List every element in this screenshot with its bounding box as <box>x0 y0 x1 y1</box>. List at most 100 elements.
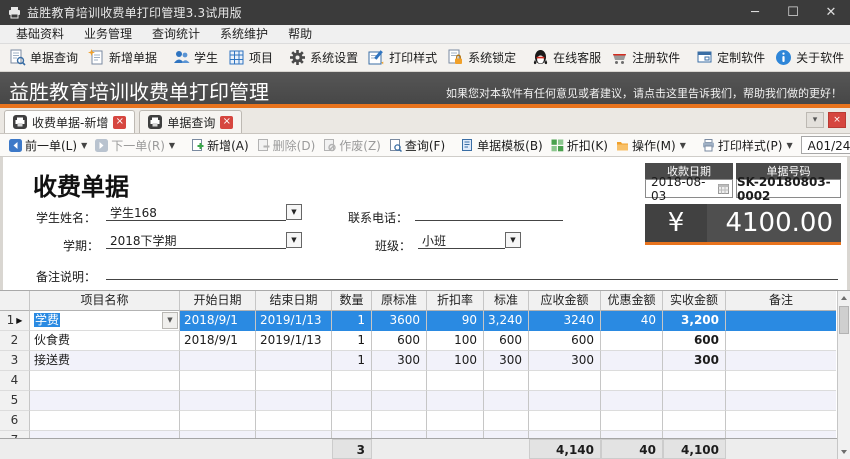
cell[interactable] <box>427 371 484 391</box>
maximize-button[interactable]: ☐ <box>774 0 812 25</box>
close-button[interactable]: ✕ <box>812 0 850 25</box>
cell-remark[interactable] <box>726 351 836 371</box>
student-name-combobox[interactable]: 学生168 <box>106 204 286 221</box>
row-number[interactable]: 5 <box>0 391 30 411</box>
menu-system-maintain[interactable]: 系统维护 <box>210 25 278 43</box>
menu-help[interactable]: 帮助 <box>278 25 322 43</box>
cell-received[interactable]: 600 <box>663 331 726 351</box>
cell[interactable] <box>484 411 529 431</box>
cell-start-date[interactable]: 2018/9/1 <box>180 331 256 351</box>
cell-received[interactable]: 3,200 <box>663 311 726 331</box>
menu-basic-data[interactable]: 基础资料 <box>6 25 74 43</box>
cell[interactable] <box>30 391 180 411</box>
cell-qty[interactable]: 1 <box>332 351 372 371</box>
custom-software-button[interactable]: 定制软件 <box>691 47 770 68</box>
cell[interactable] <box>601 411 663 431</box>
query-button[interactable]: 查询(F) <box>385 136 449 155</box>
cell[interactable] <box>256 411 332 431</box>
row-number[interactable]: 1 ▶ <box>0 311 30 331</box>
cell-end-date[interactable] <box>256 351 332 371</box>
cell[interactable] <box>332 371 372 391</box>
receipt-date-field[interactable]: 2018-08-03 <box>645 175 733 203</box>
discount-button[interactable]: 折扣(K) <box>547 136 612 155</box>
cell[interactable] <box>529 411 601 431</box>
cell-discount-rate[interactable]: 100 <box>427 331 484 351</box>
vertical-scrollbar[interactable] <box>837 291 850 459</box>
cell-item-name[interactable]: 伙食费 <box>30 331 180 351</box>
remark-input[interactable] <box>106 263 838 280</box>
projects-button[interactable]: 项目 <box>223 47 278 68</box>
print-style-select-button[interactable]: 打印样式(P) ▼ <box>698 136 797 155</box>
cell[interactable] <box>529 391 601 411</box>
cell-qty[interactable]: 1 <box>332 311 372 331</box>
cell-discount-rate[interactable]: 100 <box>427 351 484 371</box>
student-dropdown-icon[interactable]: ▼ <box>286 204 302 220</box>
tab-bill-query[interactable]: 单据查询 × <box>139 110 243 133</box>
cell[interactable] <box>30 371 180 391</box>
cell[interactable] <box>180 411 256 431</box>
semester-dropdown-icon[interactable]: ▼ <box>286 232 302 248</box>
tab-list-dropdown-icon[interactable]: ▾ <box>806 112 824 128</box>
cell[interactable] <box>484 371 529 391</box>
row-number[interactable]: 3 <box>0 351 30 371</box>
col-header-orig-std[interactable]: 原标准 <box>372 291 427 311</box>
next-bill-button[interactable]: 下一单(R) ▼ <box>91 136 179 155</box>
print-style-button[interactable]: 打印样式 <box>363 47 442 68</box>
cell[interactable] <box>601 371 663 391</box>
system-lock-button[interactable]: 系统锁定 <box>442 47 521 68</box>
cell[interactable] <box>372 371 427 391</box>
cell[interactable] <box>372 411 427 431</box>
row-number[interactable]: 4 <box>0 371 30 391</box>
col-header-received[interactable]: 实收金额 <box>663 291 726 311</box>
bill-query-button[interactable]: 单据查询 <box>4 47 83 68</box>
phone-input[interactable] <box>415 204 563 221</box>
cell[interactable] <box>180 391 256 411</box>
cell-orig-std[interactable]: 600 <box>372 331 427 351</box>
calendar-icon[interactable] <box>718 183 729 194</box>
cell[interactable] <box>30 411 180 431</box>
menu-query-stats[interactable]: 查询统计 <box>142 25 210 43</box>
print-style-combobox[interactable]: A01/241mm/3等分/每页5行 ▾ <box>800 136 850 154</box>
cell[interactable] <box>726 371 836 391</box>
col-header-start-date[interactable]: 开始日期 <box>180 291 256 311</box>
class-dropdown-icon[interactable]: ▼ <box>505 232 521 248</box>
cell[interactable] <box>726 411 836 431</box>
cell[interactable] <box>256 391 332 411</box>
bill-new-button[interactable]: 新增单据 <box>83 47 162 68</box>
scroll-down-icon[interactable] <box>838 445 850 459</box>
online-service-button[interactable]: 在线客服 <box>527 47 606 68</box>
col-header-receivable[interactable]: 应收金额 <box>529 291 601 311</box>
cell[interactable] <box>180 371 256 391</box>
about-button[interactable]: 关于软件 <box>770 47 849 68</box>
cell-receivable[interactable]: 600 <box>529 331 601 351</box>
menu-business[interactable]: 业务管理 <box>74 25 142 43</box>
cell-start-date[interactable] <box>180 351 256 371</box>
cell-std[interactable]: 300 <box>484 351 529 371</box>
tab-receipt-new[interactable]: 收费单据-新增 × <box>4 110 136 133</box>
col-header-discount-amt[interactable]: 优惠金额 <box>601 291 663 311</box>
system-settings-button[interactable]: 系统设置 <box>284 47 363 68</box>
row-number[interactable]: 6 <box>0 411 30 431</box>
col-header-discount-rate[interactable]: 折扣率 <box>427 291 484 311</box>
minimize-button[interactable]: ─ <box>736 0 774 25</box>
students-button[interactable]: 学生 <box>168 47 223 68</box>
cell-received[interactable]: 300 <box>663 351 726 371</box>
tab-close-icon[interactable]: × <box>113 115 127 129</box>
cell-start-date[interactable]: 2018/9/1 <box>180 311 256 331</box>
cell-dropdown-icon[interactable]: ▼ <box>162 312 178 329</box>
cell[interactable] <box>601 391 663 411</box>
row-number[interactable]: 2 <box>0 331 30 351</box>
cell[interactable] <box>372 391 427 411</box>
col-header-qty[interactable]: 数量 <box>332 291 372 311</box>
tabbar-close-icon[interactable]: × <box>828 112 846 128</box>
void-button[interactable]: 作废(Z) <box>319 136 385 155</box>
cell[interactable] <box>332 411 372 431</box>
cell-discount-rate[interactable]: 90 <box>427 311 484 331</box>
add-row-button[interactable]: 新增(A) <box>187 136 253 155</box>
col-header-item-name[interactable]: 项目名称 <box>30 291 180 311</box>
col-header-end-date[interactable]: 结束日期 <box>256 291 332 311</box>
cell-std[interactable]: 600 <box>484 331 529 351</box>
cell-discount-amt[interactable] <box>601 331 663 351</box>
cell[interactable] <box>332 391 372 411</box>
cell[interactable] <box>484 391 529 411</box>
